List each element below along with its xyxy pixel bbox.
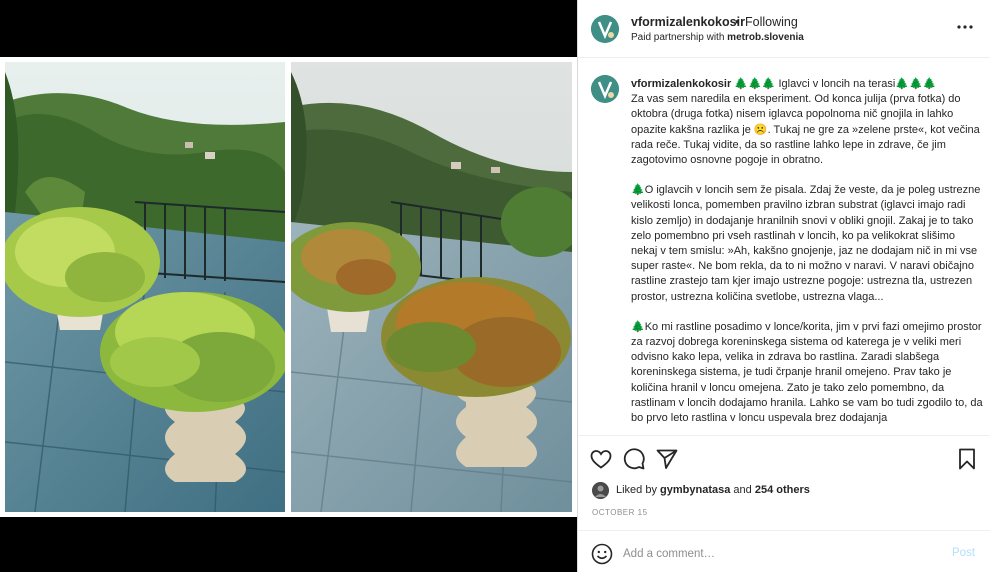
post-date[interactable]: OCTOBER 15 bbox=[592, 508, 648, 517]
likes-prefix: Liked by bbox=[616, 484, 657, 496]
action-bar bbox=[578, 435, 990, 477]
caption-text: vformizalenkokosir 🌲🌲🌲 Iglavci v loncih … bbox=[631, 77, 983, 435]
caption-paragraph: 🌲O iglavcih v loncih sem že pisala. Zdaj… bbox=[631, 183, 983, 305]
separator-dot: • bbox=[735, 15, 740, 29]
caption-author-avatar[interactable] bbox=[591, 75, 619, 103]
caption-paragraph: vformizalenkokosir 🌲🌲🌲 Iglavci v loncih … bbox=[631, 77, 983, 168]
likes-text: Liked by gymbynatasa and 254 others bbox=[616, 484, 810, 496]
tree-emoji: 🌲 bbox=[631, 320, 645, 333]
caption-p3: Ko mi rastline posadimo v lonce/korita, … bbox=[631, 320, 983, 425]
bookmark-icon[interactable] bbox=[955, 447, 979, 471]
likes-and: and bbox=[733, 484, 752, 496]
caption-paragraph: 🌲Ko mi rastline posadimo v lonce/korita,… bbox=[631, 320, 983, 426]
paper-plane-icon[interactable] bbox=[655, 447, 679, 471]
post-comment-button[interactable]: Post bbox=[952, 547, 975, 559]
paid-partnership-label: Paid partnership with metrob.slovenia bbox=[631, 32, 804, 43]
heart-icon[interactable] bbox=[589, 447, 613, 471]
photo-july bbox=[5, 62, 285, 512]
post-media[interactable] bbox=[0, 0, 577, 572]
smiley-icon[interactable] bbox=[591, 543, 613, 565]
caption-scroll-area[interactable]: vformizalenkokosir 🌲🌲🌲 Iglavci v loncih … bbox=[578, 59, 990, 435]
comment-bar: Post bbox=[578, 530, 990, 572]
liker-username[interactable]: gymbynatasa bbox=[660, 484, 730, 496]
liker-avatar[interactable] bbox=[592, 482, 609, 499]
tree-emoji: 🌲🌲🌲 bbox=[895, 78, 937, 90]
sad-emoji: ☹️ bbox=[753, 123, 768, 136]
tree-emoji: 🌲 bbox=[631, 184, 645, 197]
caption-p2: O iglavcih v loncih sem že pisala. Zdaj … bbox=[631, 184, 981, 303]
following-button[interactable]: Following bbox=[745, 15, 798, 29]
author-username[interactable]: vformizalenkokosir bbox=[631, 15, 745, 29]
post-sidebar: vformizalenkokosir • Following Paid part… bbox=[577, 0, 990, 572]
photo-october bbox=[291, 62, 572, 512]
partner-link[interactable]: metrob.slovenia bbox=[727, 32, 804, 43]
comment-input[interactable] bbox=[623, 543, 923, 565]
caption-title: Iglavci v loncih na terasi bbox=[778, 78, 896, 90]
more-horizontal-icon[interactable] bbox=[953, 19, 977, 35]
post-header: vformizalenkokosir • Following Paid part… bbox=[578, 0, 990, 58]
photo-collage bbox=[0, 57, 577, 517]
paid-partnership-text: Paid partnership with bbox=[631, 32, 725, 43]
likes-others-link[interactable]: 254 others bbox=[755, 484, 810, 496]
caption-username[interactable]: vformizalenkokosir bbox=[631, 78, 731, 90]
comment-icon[interactable] bbox=[622, 447, 646, 471]
tree-emoji: 🌲🌲🌲 bbox=[734, 78, 776, 90]
author-avatar[interactable] bbox=[591, 15, 619, 43]
